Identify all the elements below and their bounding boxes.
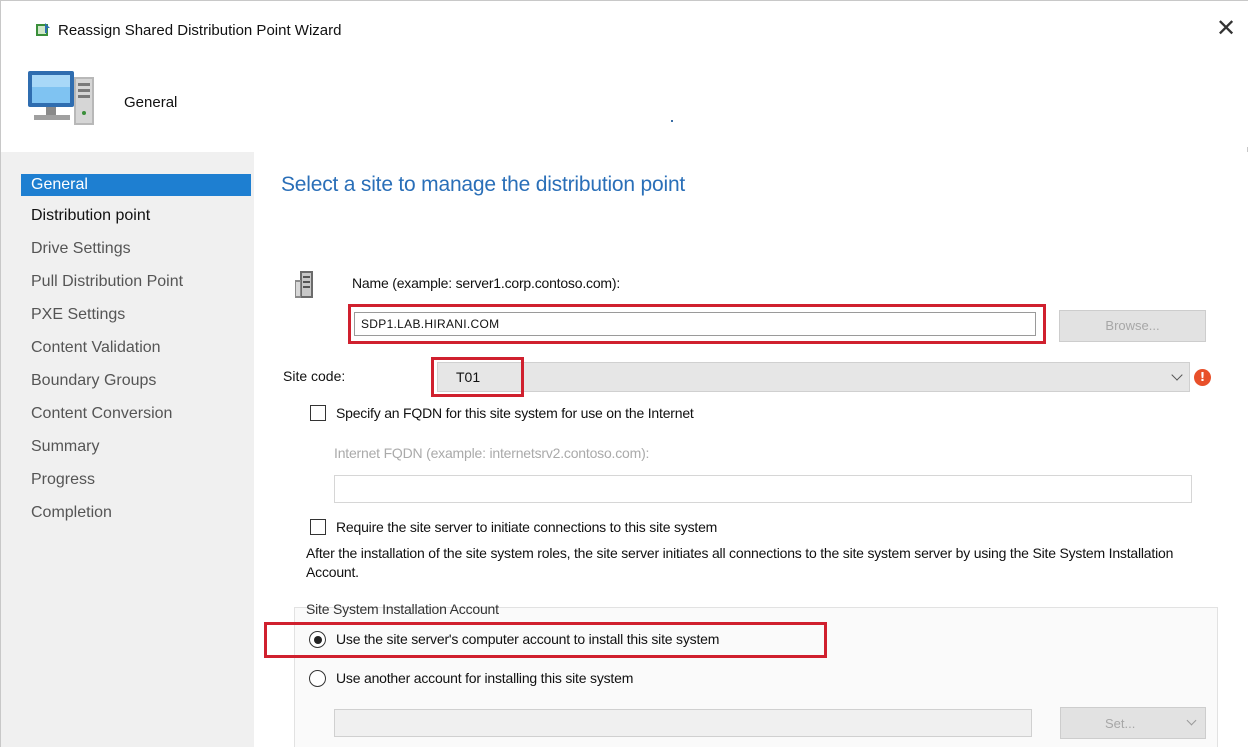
page-title: Select a site to manage the distribution…	[281, 173, 686, 196]
other-account-radio-label: Use another account for installing this …	[336, 670, 634, 686]
nav-item-drive-settings[interactable]: Drive Settings	[31, 236, 131, 262]
nav-item-general[interactable]: General	[21, 174, 251, 196]
highlight-box-name	[348, 304, 1046, 344]
fqdn-checkbox[interactable]	[310, 405, 326, 421]
fqdn-checkbox-label: Specify an FQDN for this site system for…	[336, 405, 694, 421]
wizard-icon	[36, 23, 50, 36]
nav-item-progress[interactable]: Progress	[31, 467, 95, 493]
set-button[interactable]: Set...	[1060, 707, 1206, 739]
window-title: Reassign Shared Distribution Point Wizar…	[58, 22, 342, 39]
wizard-window: Reassign Shared Distribution Point Wizar…	[0, 0, 1248, 747]
require-connections-checkbox[interactable]	[310, 519, 326, 535]
set-button-label: Set...	[1105, 716, 1136, 731]
nav-item-completion[interactable]: Completion	[31, 500, 112, 526]
nav-item-pxe-settings[interactable]: PXE Settings	[31, 302, 125, 328]
highlight-box-radio	[264, 622, 827, 658]
header-title: General	[124, 94, 178, 111]
nav-item-boundary-groups[interactable]: Boundary Groups	[31, 368, 156, 394]
installation-account-group-label: Site System Installation Account	[306, 601, 499, 617]
require-connections-label: Require the site server to initiate conn…	[336, 519, 718, 535]
internet-fqdn-label: Internet FQDN (example: internetsrv2.con…	[334, 445, 650, 461]
warning-icon: !	[1194, 369, 1211, 386]
nav-item-summary[interactable]: Summary	[31, 434, 99, 460]
wizard-header: General	[1, 41, 1248, 147]
wizard-main: Select a site to manage the distribution…	[254, 152, 1248, 747]
server-icon	[295, 271, 313, 298]
info-text: After the installation of the site syste…	[306, 545, 1174, 580]
nav-item-distribution-point[interactable]: Distribution point	[31, 203, 150, 229]
title-bar: Reassign Shared Distribution Point Wizar…	[1, 1, 1248, 41]
account-input[interactable]	[334, 709, 1032, 737]
nav-item-content-conversion[interactable]: Content Conversion	[31, 401, 172, 427]
close-button[interactable]: ✕	[1213, 15, 1239, 41]
other-account-radio[interactable]	[309, 670, 326, 687]
browse-button[interactable]: Browse...	[1059, 310, 1206, 342]
chevron-down-icon	[1171, 369, 1183, 381]
site-code-label: Site code:	[283, 368, 346, 384]
header-divider-dot	[671, 120, 673, 122]
computer-icon	[28, 71, 94, 125]
chevron-down-icon	[1186, 715, 1197, 726]
site-code-dropdown[interactable]: T01	[437, 362, 1190, 392]
nav-item-content-validation[interactable]: Content Validation	[31, 335, 161, 361]
nav-item-pull-distribution-point[interactable]: Pull Distribution Point	[31, 269, 183, 295]
internet-fqdn-input[interactable]	[334, 475, 1192, 503]
highlight-box-site-code	[431, 357, 524, 397]
name-label: Name (example: server1.corp.contoso.com)…	[352, 275, 621, 291]
wizard-nav: General Distribution point Drive Setting…	[1, 152, 254, 747]
